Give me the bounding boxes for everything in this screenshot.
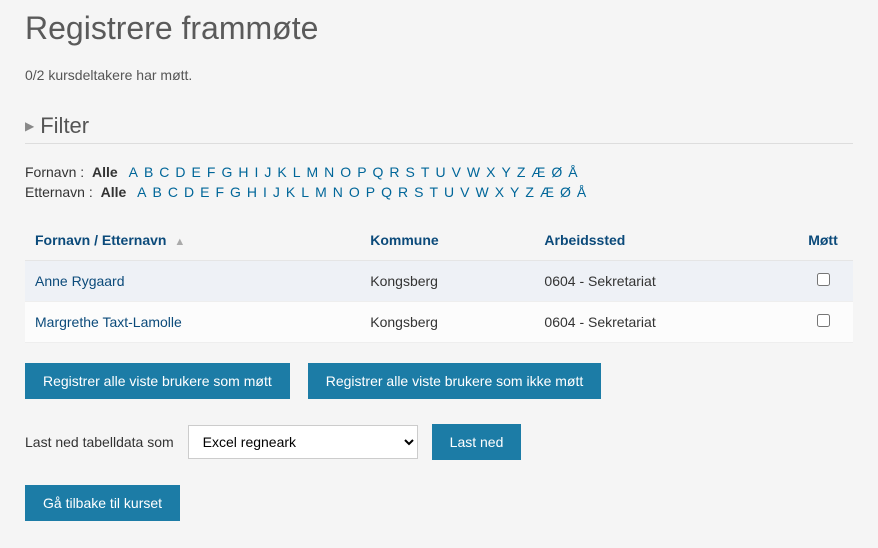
fornavn-letter-w[interactable]: W (467, 164, 480, 180)
cell-arbeidssted: 0604 - Sekretariat (534, 302, 793, 343)
etternavn-all[interactable]: Alle (101, 184, 127, 200)
fornavn-letter-u[interactable]: U (435, 164, 445, 180)
etternavn-letter-h[interactable]: H (247, 184, 257, 200)
etternavn-letter-f[interactable]: F (215, 184, 224, 200)
fornavn-letter-x[interactable]: X (486, 164, 495, 180)
etternavn-letter-c[interactable]: C (168, 184, 178, 200)
etternavn-letter-j[interactable]: J (273, 184, 280, 200)
etternavn-letter-b[interactable]: B (153, 184, 162, 200)
attendance-checkbox[interactable] (817, 273, 830, 286)
back-to-course-button[interactable]: Gå tilbake til kurset (25, 485, 180, 521)
etternavn-letter-e[interactable]: E (200, 184, 209, 200)
etternavn-letter-l[interactable]: L (301, 184, 309, 200)
fornavn-letter-p[interactable]: P (357, 164, 366, 180)
fornavn-letter-h[interactable]: H (238, 164, 248, 180)
download-button[interactable]: Last ned (432, 424, 522, 460)
etternavn-letter-n[interactable]: N (333, 184, 343, 200)
etternavn-letter-q[interactable]: Q (381, 184, 392, 200)
fornavn-letter-r[interactable]: R (389, 164, 399, 180)
fornavn-letter-t[interactable]: T (421, 164, 430, 180)
attendance-status: 0/2 kursdeltakere har møtt. (25, 67, 853, 83)
etternavn-letter-x[interactable]: X (495, 184, 504, 200)
fornavn-letters: ABCDEFGHIJKLMNOPQRSTUVWXYZÆØÅ (126, 164, 581, 180)
register-all-met-button[interactable]: Registrer alle viste brukere som møtt (25, 363, 290, 399)
page-title: Registrere frammøte (25, 10, 853, 47)
column-header-name[interactable]: Fornavn / Etternavn ▲ (25, 220, 360, 261)
sort-asc-icon: ▲ (174, 236, 185, 248)
fornavn-letter-e[interactable]: E (192, 164, 201, 180)
fornavn-letter-i[interactable]: I (254, 164, 258, 180)
fornavn-letter-å[interactable]: Å (568, 164, 577, 180)
register-all-not-met-button[interactable]: Registrer alle viste brukere som ikke mø… (308, 363, 602, 399)
attendance-checkbox[interactable] (817, 314, 830, 327)
etternavn-label: Etternavn : (25, 184, 93, 200)
fornavn-letter-d[interactable]: D (175, 164, 185, 180)
download-format-select[interactable]: Excel regneark (188, 425, 418, 459)
fornavn-letter-j[interactable]: J (264, 164, 271, 180)
fornavn-letter-g[interactable]: G (221, 164, 232, 180)
etternavn-letter-k[interactable]: K (286, 184, 295, 200)
fornavn-letter-f[interactable]: F (207, 164, 216, 180)
etternavn-letter-u[interactable]: U (444, 184, 454, 200)
etternavn-letter-ø[interactable]: Ø (560, 184, 571, 200)
fornavn-label: Fornavn : (25, 164, 84, 180)
fornavn-letter-b[interactable]: B (144, 164, 153, 180)
column-header-arbeidssted[interactable]: Arbeidssted (534, 220, 793, 261)
chevron-right-icon: ▶ (25, 119, 34, 133)
attendance-table: Fornavn / Etternavn ▲ Kommune Arbeidsste… (25, 220, 853, 343)
etternavn-letter-a[interactable]: A (137, 184, 146, 200)
user-link[interactable]: Margrethe Taxt-Lamolle (35, 314, 182, 330)
fornavn-letter-o[interactable]: O (340, 164, 351, 180)
fornavn-letter-k[interactable]: K (277, 164, 286, 180)
etternavn-letter-y[interactable]: Y (510, 184, 519, 200)
fornavn-letter-y[interactable]: Y (501, 164, 510, 180)
fornavn-all[interactable]: Alle (92, 164, 118, 180)
fornavn-letter-n[interactable]: N (324, 164, 334, 180)
etternavn-letter-æ[interactable]: Æ (540, 184, 554, 200)
fornavn-letter-s[interactable]: S (406, 164, 415, 180)
fornavn-letter-c[interactable]: C (159, 164, 169, 180)
etternavn-letter-d[interactable]: D (184, 184, 194, 200)
user-link[interactable]: Anne Rygaard (35, 273, 125, 289)
etternavn-letter-s[interactable]: S (414, 184, 423, 200)
etternavn-letter-r[interactable]: R (398, 184, 408, 200)
fornavn-letter-m[interactable]: M (307, 164, 319, 180)
column-header-mott[interactable]: Møtt (793, 220, 853, 261)
column-header-name-label: Fornavn / Etternavn (35, 232, 166, 248)
fornavn-letter-z[interactable]: Z (517, 164, 526, 180)
fornavn-letter-q[interactable]: Q (373, 164, 384, 180)
table-row: Margrethe Taxt-Lamolle Kongsberg0604 - Se… (25, 302, 853, 343)
table-row: Anne Rygaard Kongsberg0604 - Sekretariat (25, 261, 853, 302)
etternavn-letter-å[interactable]: Å (577, 184, 586, 200)
fornavn-letter-ø[interactable]: Ø (551, 164, 562, 180)
fornavn-letter-v[interactable]: V (452, 164, 461, 180)
etternavn-letter-t[interactable]: T (429, 184, 438, 200)
fornavn-letter-a[interactable]: A (129, 164, 138, 180)
filter-toggle[interactable]: ▶ Filter (25, 113, 853, 144)
etternavn-letter-p[interactable]: P (366, 184, 375, 200)
etternavn-letter-i[interactable]: I (263, 184, 267, 200)
fornavn-letter-æ[interactable]: Æ (531, 164, 545, 180)
download-label: Last ned tabelldata som (25, 434, 174, 450)
cell-kommune: Kongsberg (360, 302, 534, 343)
cell-kommune: Kongsberg (360, 261, 534, 302)
etternavn-letter-m[interactable]: M (315, 184, 327, 200)
filter-heading: Filter (40, 113, 89, 139)
cell-arbeidssted: 0604 - Sekretariat (534, 261, 793, 302)
etternavn-letters: ABCDEFGHIJKLMNOPQRSTUVWXYZÆØÅ (134, 184, 589, 200)
etternavn-letter-w[interactable]: W (475, 184, 488, 200)
etternavn-letter-o[interactable]: O (349, 184, 360, 200)
fornavn-letter-l[interactable]: L (293, 164, 301, 180)
fornavn-alpha-filter: Fornavn : Alle ABCDEFGHIJKLMNOPQRSTUVWXY… (25, 164, 853, 180)
column-header-kommune[interactable]: Kommune (360, 220, 534, 261)
etternavn-alpha-filter: Etternavn : Alle ABCDEFGHIJKLMNOPQRSTUVW… (25, 184, 853, 200)
etternavn-letter-v[interactable]: V (460, 184, 469, 200)
etternavn-letter-g[interactable]: G (230, 184, 241, 200)
etternavn-letter-z[interactable]: Z (525, 184, 534, 200)
